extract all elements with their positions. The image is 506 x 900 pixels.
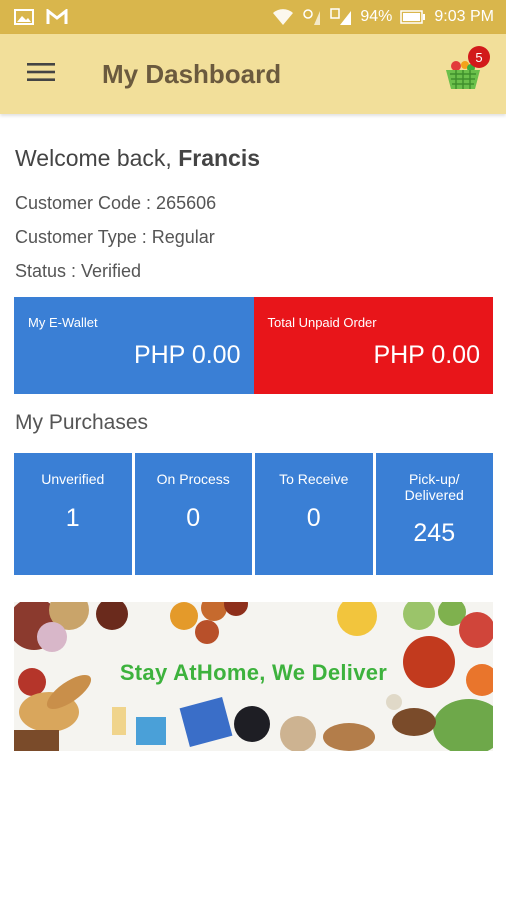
- banner-headline: Stay AtHome, We Deliver: [119, 660, 388, 685]
- customer-name: Francis: [178, 145, 261, 171]
- ewallet-amount: PHP 0.00: [133, 341, 241, 369]
- tile-label: On Process: [156, 471, 230, 487]
- tile-label-line1: Pick-up/: [408, 471, 460, 487]
- tile-label: Pick-up/ Delivered: [376, 471, 494, 503]
- tile-unverified[interactable]: Unverified 1: [14, 453, 132, 575]
- ewallet-card[interactable]: My E-Wallet PHP 0.00: [14, 297, 254, 394]
- unpaid-order-card[interactable]: Total Unpaid Order PHP 0.00: [253, 297, 493, 394]
- hamburger-icon: [27, 62, 55, 87]
- page-title: My Dashboard: [102, 58, 282, 89]
- cart-count-badge: 5: [468, 46, 490, 68]
- clock: 9:03 PM: [434, 8, 494, 25]
- unpaid-order-label: Total Unpaid Order: [267, 315, 377, 330]
- purchases-title: My Purchases: [15, 411, 149, 434]
- tile-pickup-delivered[interactable]: Pick-up/ Delivered 245: [375, 453, 494, 575]
- battery-icon: [400, 10, 426, 24]
- tile-count: 0: [306, 504, 321, 532]
- purchase-tiles: Unverified 1 On Process 0 To Receive 0 P…: [14, 453, 493, 575]
- battery-percent: 94%: [360, 8, 393, 25]
- gmail-notification-icon: [46, 9, 68, 25]
- signal-2-icon: [330, 8, 352, 26]
- status-bar: 94% 9:03 PM: [0, 0, 506, 34]
- signal-1-icon: [302, 8, 322, 26]
- tile-label: To Receive: [279, 471, 349, 487]
- tile-label-line2: Delivered: [404, 487, 464, 503]
- welcome-greeting: Welcome back,: [15, 145, 172, 171]
- tile-on-process[interactable]: On Process 0: [134, 453, 252, 575]
- customer-code: Customer Code : 265606: [15, 193, 217, 213]
- welcome-message: Welcome back, Francis: [15, 145, 260, 172]
- status-bar-right: 94% 9:03 PM: [272, 8, 494, 26]
- menu-button[interactable]: [14, 47, 68, 101]
- wifi-icon: [272, 8, 294, 26]
- tile-to-receive[interactable]: To Receive 0: [255, 453, 373, 575]
- wallet-summary: My E-Wallet PHP 0.00 Total Unpaid Order …: [14, 297, 493, 394]
- tile-count: 0: [186, 504, 201, 532]
- unpaid-order-amount: PHP 0.00: [373, 341, 480, 369]
- status-bar-left: [14, 9, 68, 25]
- ewallet-label: My E-Wallet: [28, 315, 98, 330]
- app-bar: My Dashboard 5: [0, 34, 506, 114]
- tile-count: 1: [65, 504, 80, 532]
- customer-status: Status : Verified: [15, 261, 142, 281]
- cart-button[interactable]: 5: [442, 46, 492, 96]
- tile-label: Unverified: [41, 471, 105, 487]
- promo-banner[interactable]: Stay AtHome, We Deliver: [14, 602, 493, 751]
- tile-count: 245: [413, 519, 456, 547]
- customer-type: Customer Type : Regular: [15, 227, 215, 247]
- gallery-notification-icon: [14, 9, 34, 25]
